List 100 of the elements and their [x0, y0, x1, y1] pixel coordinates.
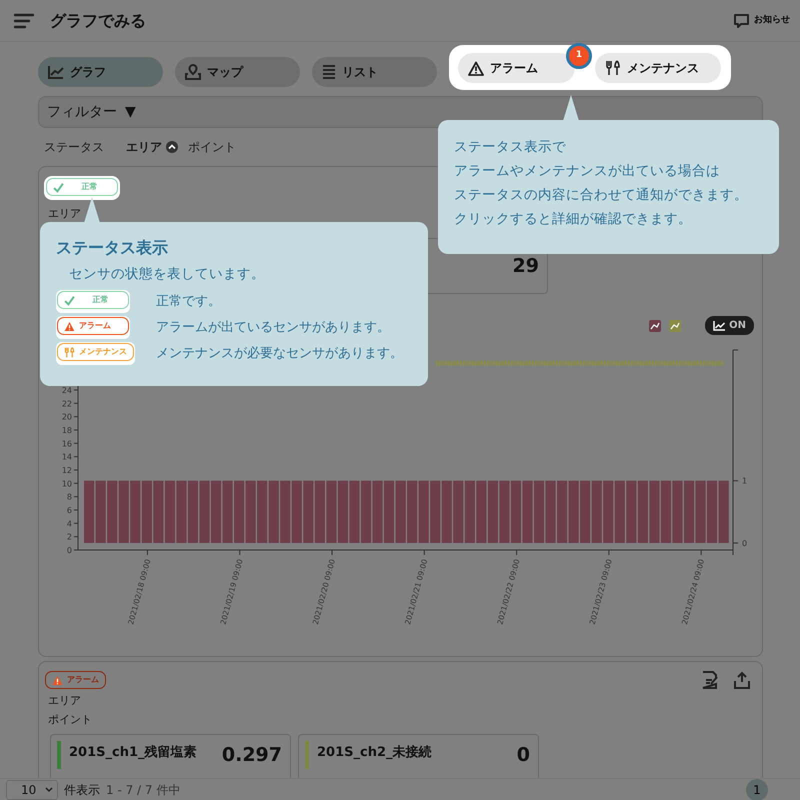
- chart-bar: [499, 480, 510, 543]
- chart-bar: [603, 480, 614, 543]
- chart-bar: [430, 480, 440, 543]
- callout-text: ステータス表示で アラームやメンテナンスが出ている場合は ステータスの内容に合わせて通知ができます。 クリックすると詳細が確認できます。: [454, 138, 749, 229]
- chart-bar: [614, 480, 625, 543]
- chart-bar: [257, 480, 268, 543]
- tools-icon: [64, 346, 75, 358]
- warning-icon: [64, 320, 75, 332]
- chart-bar: [488, 480, 498, 543]
- sort-option[interactable]: ポイント: [188, 138, 236, 156]
- status-filter-tab[interactable]: メンテナンス: [595, 53, 721, 83]
- sensor-name: 201S_ch1_残留塩素: [69, 744, 198, 762]
- chart-bar: [199, 480, 210, 543]
- chart-bar: [153, 480, 164, 543]
- axis-tick-label: 18: [62, 426, 72, 435]
- status-badge: アラーム: [57, 317, 129, 336]
- range-label: 1 - 7 / 7 件中: [106, 782, 180, 798]
- chart-bar: [292, 480, 302, 543]
- axis-tick-label: 4: [66, 519, 72, 528]
- caret-up-icon: [166, 141, 178, 153]
- map-pin-icon: [185, 64, 201, 80]
- chart-bar: [510, 480, 522, 543]
- check-icon: [64, 294, 75, 306]
- list-icon: [322, 64, 336, 80]
- legend-text: メンテナンスが必要なセンサがあります。: [156, 345, 403, 363]
- sensor-value: 0.297: [222, 743, 282, 768]
- notice-button[interactable]: お知らせ: [733, 12, 790, 28]
- chart-bar: [706, 480, 718, 543]
- axis-tick-label: 10: [62, 479, 72, 488]
- view-tab[interactable]: マップ: [175, 56, 300, 86]
- chart-bar: [142, 480, 152, 543]
- chart-bar: [476, 480, 486, 543]
- status-badge: 正常: [46, 178, 118, 196]
- chevron-down-icon: [45, 786, 53, 792]
- sensor-value: 29: [512, 254, 539, 279]
- chart-bar: [695, 480, 706, 543]
- upload-icon[interactable]: [733, 671, 751, 689]
- axis-tick-label: 0: [66, 546, 72, 555]
- chart-bar: [718, 480, 729, 543]
- axis-tick-label: 22: [62, 399, 72, 408]
- chart-bar: [222, 480, 233, 543]
- chart-bar: [349, 480, 360, 543]
- chart-bar: [210, 480, 222, 543]
- chart-bar: [557, 480, 568, 543]
- callout-text: センサの状態を表しています。: [69, 265, 266, 284]
- chart-bar: [188, 480, 198, 543]
- legend-icon: [649, 320, 662, 332]
- chart-bar: [568, 480, 579, 543]
- field-label: エリア: [48, 206, 82, 222]
- axis-tick-label: 2: [66, 532, 72, 542]
- chart-bar: [580, 480, 590, 543]
- chart-bar: [164, 480, 176, 543]
- page-button[interactable]: 1: [746, 778, 768, 800]
- chart-bar: [660, 480, 672, 543]
- axis-tick-label: 0: [742, 539, 748, 548]
- chart-bar: [396, 480, 406, 543]
- view-tab[interactable]: グラフ: [38, 56, 163, 86]
- chart-bar: [534, 480, 544, 543]
- chart-bar: [684, 480, 694, 543]
- caret-icon: ▼: [125, 102, 136, 122]
- axis-tick-label: 16: [62, 439, 72, 448]
- chart-bar: [649, 480, 660, 543]
- menu-icon[interactable]: [14, 12, 34, 28]
- chart-bar: [176, 480, 187, 543]
- chart-bar: [246, 480, 256, 543]
- chart-bar: [453, 480, 464, 543]
- page-size-select[interactable]: 10: [6, 780, 58, 800]
- legend-text: 正常です。: [156, 293, 221, 311]
- chart-bar: [442, 480, 452, 543]
- chart-bar: [96, 480, 106, 543]
- status-badge: 正常: [57, 291, 129, 310]
- axis-tick-label: 24: [62, 386, 72, 395]
- chart-bar: [418, 480, 429, 543]
- chart-bar: [234, 480, 244, 543]
- page-size-label: 件表示: [64, 782, 100, 798]
- status-badge: アラーム: [45, 671, 106, 689]
- warning-icon: [52, 674, 63, 686]
- sort-option[interactable]: ステータス: [44, 138, 104, 156]
- legend-icon: [669, 320, 682, 332]
- field-label: ポイント: [48, 712, 93, 728]
- axis-tick-label: 14: [62, 452, 72, 462]
- chart-bar: [464, 480, 475, 543]
- sort-option[interactable]: エリア: [126, 138, 178, 156]
- chart-bar: [280, 480, 290, 543]
- chart-line-icon: [48, 64, 64, 78]
- status-filter-tab[interactable]: アラーム: [458, 53, 575, 83]
- page-title: グラフでみる: [50, 10, 146, 32]
- chart-bar: [407, 480, 418, 543]
- view-tab[interactable]: リスト: [312, 56, 437, 86]
- sensor-name: 201S_ch2_未接続: [317, 744, 433, 762]
- axis-tick-label: 6: [66, 506, 72, 515]
- chart-bar: [326, 480, 337, 543]
- chart-bar: [107, 480, 118, 543]
- check-icon: [53, 182, 64, 192]
- chart-bar: [268, 480, 279, 543]
- chart-line-icon: [713, 320, 726, 330]
- chart-bar: [638, 480, 648, 543]
- chart-bar: [384, 480, 394, 543]
- legend-text: アラームが出ているセンサがあります。: [156, 319, 390, 337]
- chart-toggle[interactable]: ON: [705, 316, 754, 335]
